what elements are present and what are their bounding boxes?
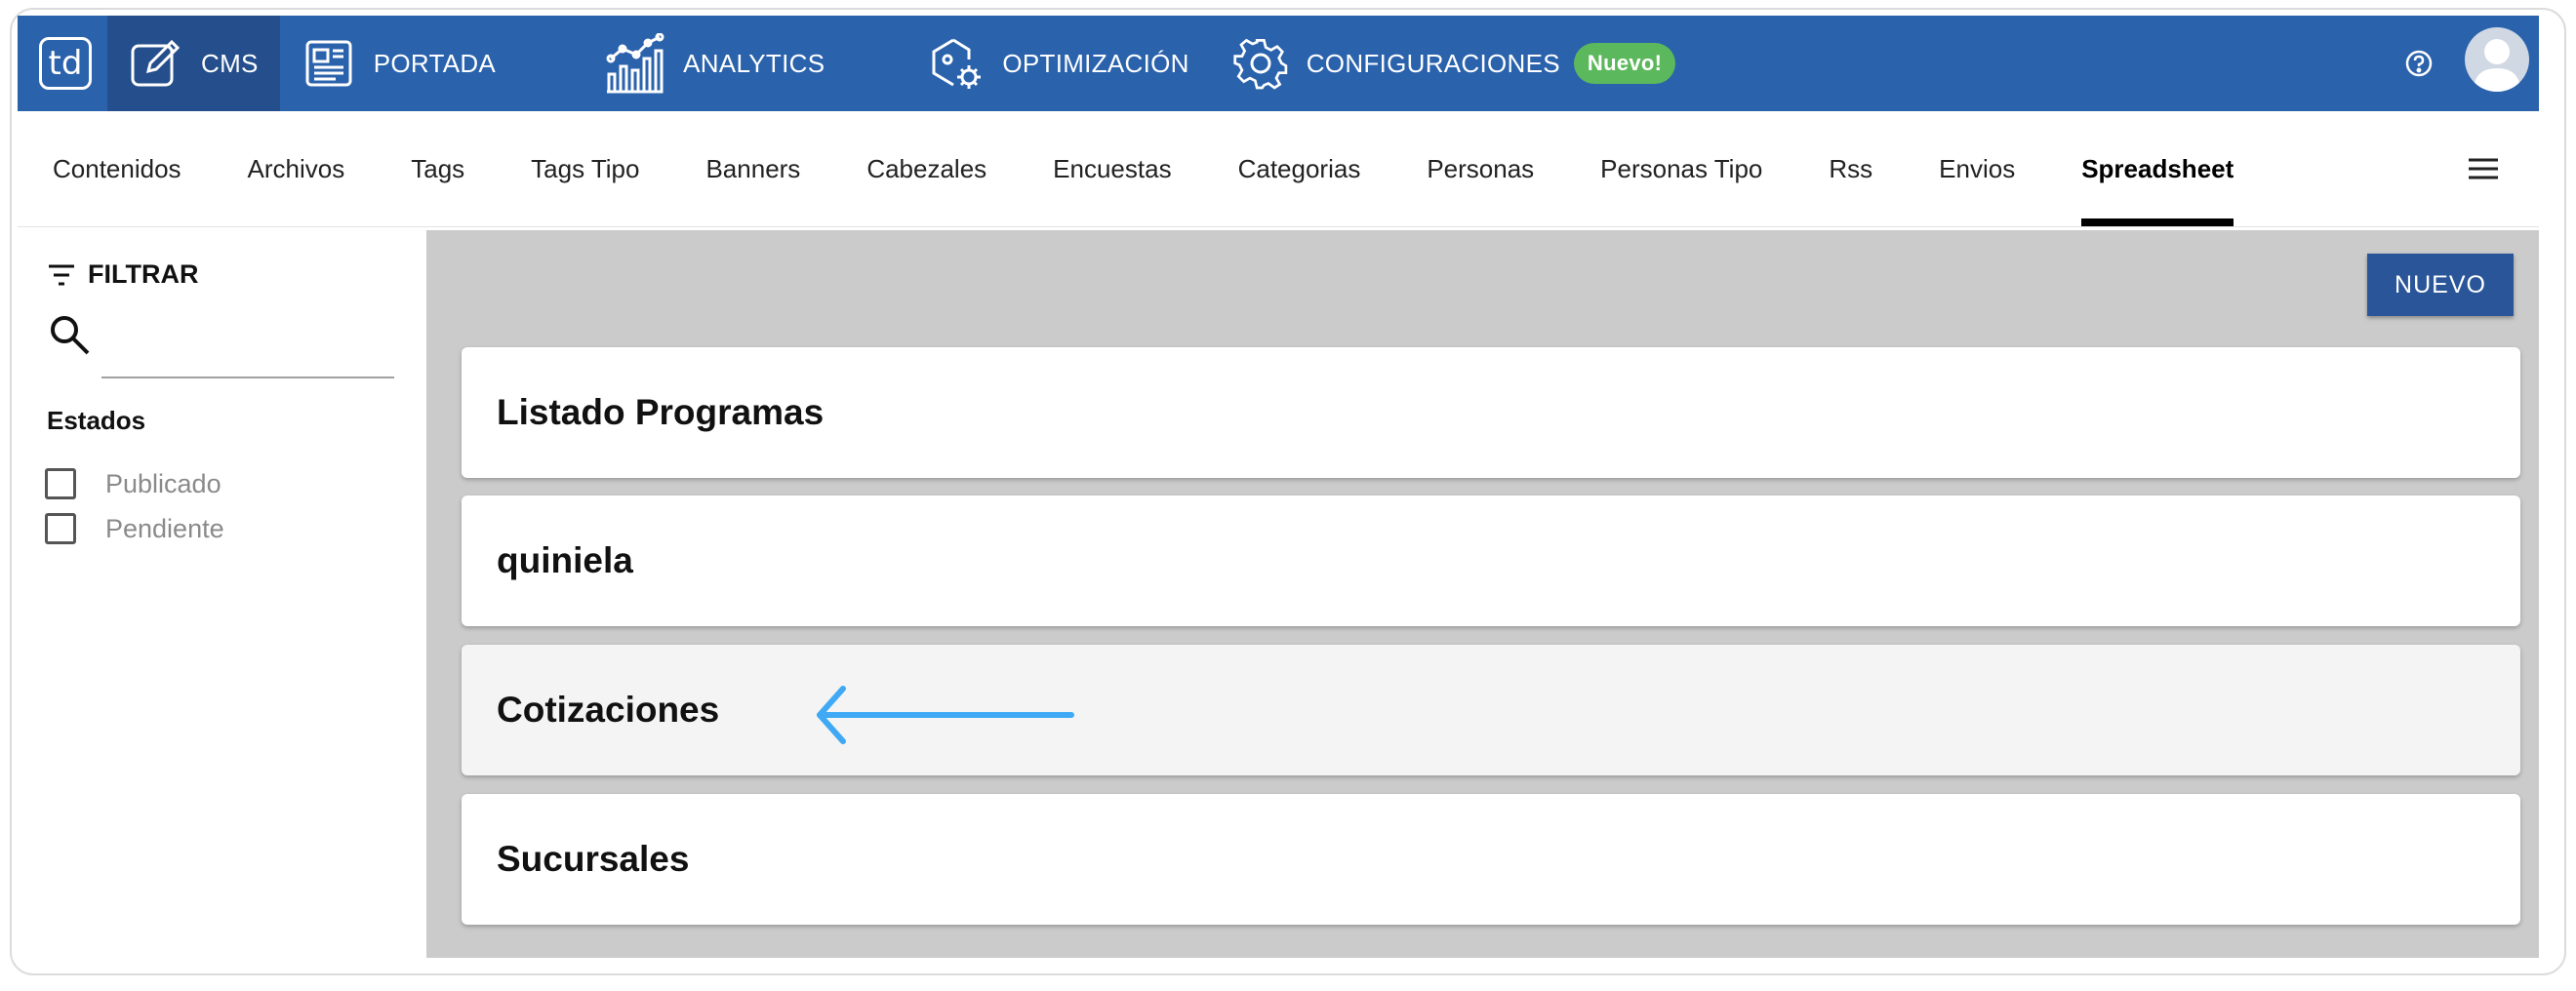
main-content: NUEVO Listado Programas quiniela Cotizac…	[426, 230, 2539, 958]
states-title: Estados	[47, 406, 146, 435]
spreadsheet-card-cotizaciones[interactable]: Cotizaciones	[462, 645, 2520, 775]
optimization-gear-icon	[932, 38, 982, 89]
tab-cabezales[interactable]: Cabezales	[866, 111, 986, 226]
spreadsheet-card-quiniela[interactable]: quiniela	[462, 496, 2520, 626]
tab-personas-tipo[interactable]: Personas Tipo	[1600, 111, 1762, 226]
secondary-tabs: Contenidos Archivos Tags Tags Tipo Banne…	[18, 111, 2539, 227]
spreadsheet-card-sucursales[interactable]: Sucursales	[462, 794, 2520, 925]
help-icon[interactable]	[2404, 49, 2434, 78]
card-title: Cotizaciones	[497, 690, 720, 730]
card-title: Sucursales	[497, 839, 690, 879]
new-button[interactable]: NUEVO	[2367, 254, 2514, 316]
nav-configuraciones[interactable]: CONFIGURACIONES Nuevo!	[1211, 16, 1698, 111]
state-label: Pendiente	[105, 513, 224, 543]
tab-envios[interactable]: Envios	[1939, 111, 2015, 226]
user-avatar[interactable]	[2465, 27, 2529, 92]
annotation-arrow-icon	[817, 686, 1074, 744]
state-option-publicado[interactable]: Publicado	[45, 468, 221, 499]
nav-portada[interactable]: PORTADA	[280, 16, 517, 111]
td-logo[interactable]: td	[39, 37, 92, 90]
card-title: Listado Programas	[497, 392, 825, 432]
tab-tags[interactable]: Tags	[411, 111, 464, 226]
new-badge: Nuevo!	[1573, 43, 1676, 84]
tab-spreadsheet[interactable]: Spreadsheet	[2081, 111, 2234, 226]
spreadsheet-card-listado-programas[interactable]: Listado Programas	[462, 347, 2520, 478]
search-icon	[47, 312, 92, 362]
filter-icon	[49, 264, 74, 285]
tab-contenidos[interactable]: Contenidos	[53, 111, 181, 226]
nav-analytics[interactable]: ANALYTICS	[582, 16, 846, 111]
top-navigation-bar: td CMS PORTADA ANALYTICS OPTIMIZACIÓN CO…	[18, 16, 2539, 111]
tab-encuestas[interactable]: Encuestas	[1053, 111, 1171, 226]
card-title: quiniela	[497, 540, 633, 580]
state-option-pendiente[interactable]: Pendiente	[45, 513, 224, 544]
hamburger-menu-icon[interactable]	[2469, 158, 2498, 184]
state-label: Publicado	[105, 468, 221, 498]
tab-banners[interactable]: Banners	[705, 111, 800, 226]
filter-header[interactable]: FILTRAR	[47, 259, 198, 290]
tab-rss[interactable]: Rss	[1829, 111, 1872, 226]
analytics-chart-icon	[606, 33, 664, 94]
settings-gear-icon	[1233, 38, 1287, 90]
edit-icon	[131, 39, 181, 87]
nav-optimizacion[interactable]: OPTIMIZACIÓN	[905, 16, 1210, 111]
tab-categorias[interactable]: Categorias	[1238, 111, 1361, 226]
nav-cms[interactable]: CMS	[107, 16, 280, 111]
filter-sidebar: FILTRAR Estados Publicado Pendiente	[18, 230, 425, 962]
tab-tags-tipo[interactable]: Tags Tipo	[531, 111, 639, 226]
checkbox[interactable]	[45, 513, 76, 544]
newspaper-icon	[305, 40, 352, 87]
tab-archivos[interactable]: Archivos	[248, 111, 345, 226]
tab-personas[interactable]: Personas	[1427, 111, 1534, 226]
search-input[interactable]	[101, 377, 394, 378]
checkbox[interactable]	[45, 468, 76, 499]
